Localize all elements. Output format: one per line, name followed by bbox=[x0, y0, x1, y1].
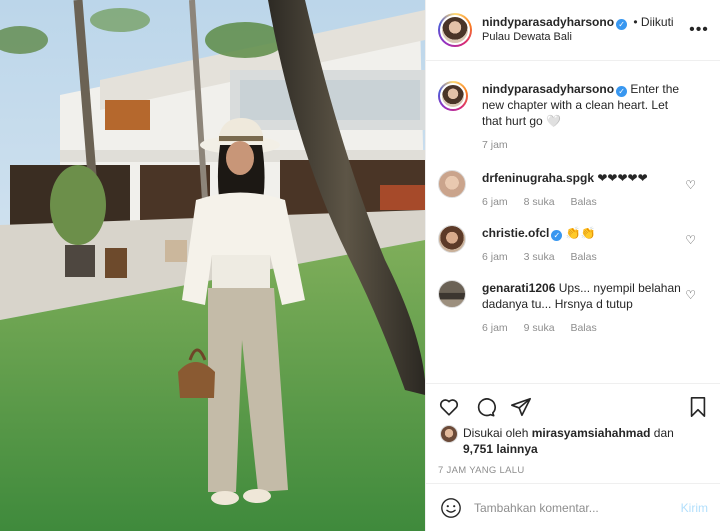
reply-button[interactable]: Balas bbox=[570, 322, 596, 334]
comment-likes[interactable]: 3 suka bbox=[524, 251, 555, 263]
verified-badge-icon: ✓ bbox=[616, 19, 628, 30]
post-caption: nindyparasadyharsono ✓ Enter the new chap… bbox=[438, 81, 708, 151]
like-comment-heart-icon[interactable]: ♡ bbox=[685, 288, 696, 302]
more-options-icon[interactable]: ••• bbox=[688, 21, 710, 39]
post-actions-section: Disukai oleh mirasyamsiahahmad dan 9,751… bbox=[426, 383, 720, 483]
reply-button[interactable]: Balas bbox=[570, 251, 596, 263]
comment-text: ❤❤❤❤❤ bbox=[597, 171, 648, 185]
comment-likes[interactable]: 9 suka bbox=[524, 322, 555, 334]
liker-username[interactable]: mirasyamsiahahmad bbox=[532, 426, 651, 440]
post-photo-image bbox=[0, 0, 425, 531]
post-location[interactable]: Pulau Dewata Bali bbox=[482, 30, 688, 45]
likes-summary: Disukai oleh mirasyamsiahahmad dan 9,751… bbox=[438, 425, 708, 457]
likes-count[interactable]: 9,751 lainnya bbox=[463, 442, 538, 456]
like-comment-heart-icon[interactable]: ♡ bbox=[685, 233, 696, 247]
comments-list: nindyparasadyharsono ✓ Enter the new chap… bbox=[426, 61, 720, 383]
emoji-icon[interactable] bbox=[440, 497, 462, 519]
caption-time[interactable]: 7 jam bbox=[482, 139, 508, 151]
post-timestamp[interactable]: 7 JAM YANG LALU bbox=[438, 465, 708, 476]
comment-likes[interactable]: 8 suka bbox=[524, 196, 555, 208]
comment-time[interactable]: 6 jam bbox=[482, 322, 508, 334]
caption-username[interactable]: nindyparasadyharsono bbox=[482, 82, 614, 96]
comment-input[interactable] bbox=[474, 500, 681, 515]
action-bar bbox=[438, 392, 708, 422]
comment-item: christie.ofcl ✓ 👏👏 6 jam 3 suka Balas ♡ bbox=[438, 225, 708, 263]
comment-text: 👏👏 bbox=[565, 226, 596, 240]
verified-badge-icon: ✓ bbox=[551, 230, 563, 241]
save-bookmark-icon[interactable] bbox=[688, 396, 708, 418]
caption-author-avatar[interactable] bbox=[438, 81, 468, 111]
comment-bubble-icon[interactable] bbox=[474, 396, 496, 418]
author-username[interactable]: nindyparasadyharsono bbox=[482, 15, 614, 29]
verified-badge-icon: ✓ bbox=[616, 86, 628, 97]
follow-status[interactable]: • Diikuti bbox=[633, 15, 673, 29]
share-paper-plane-icon[interactable] bbox=[510, 396, 532, 418]
commenter-username[interactable]: drfeninugraha.spgk bbox=[482, 171, 594, 185]
post-comment-button[interactable]: Kirim bbox=[681, 501, 708, 515]
commenter-username[interactable]: christie.ofcl bbox=[482, 226, 549, 240]
comment-item: genarati1206 Ups... nyempil belahan dada… bbox=[438, 280, 708, 334]
reply-button[interactable]: Balas bbox=[570, 196, 596, 208]
post-photo[interactable] bbox=[0, 0, 425, 531]
comment-time[interactable]: 6 jam bbox=[482, 251, 508, 263]
commenter-avatar[interactable] bbox=[438, 170, 466, 198]
commenter-avatar[interactable] bbox=[438, 225, 466, 253]
author-avatar[interactable] bbox=[438, 13, 472, 47]
instagram-post: nindyparasadyharsono ✓ • Diikuti Pulau De… bbox=[0, 0, 720, 531]
add-comment-bar: Kirim bbox=[426, 483, 720, 531]
liker-avatar[interactable] bbox=[440, 425, 458, 443]
commenter-username[interactable]: genarati1206 bbox=[482, 281, 555, 295]
like-comment-heart-icon[interactable]: ♡ bbox=[685, 178, 696, 192]
post-side-panel: nindyparasadyharsono ✓ • Diikuti Pulau De… bbox=[425, 0, 720, 531]
post-header: nindyparasadyharsono ✓ • Diikuti Pulau De… bbox=[426, 0, 720, 61]
likes-prefix: Disukai oleh bbox=[463, 426, 529, 440]
commenter-avatar[interactable] bbox=[438, 280, 466, 308]
comment-item: drfeninugraha.spgk ❤❤❤❤❤ 6 jam 8 suka Ba… bbox=[438, 170, 708, 208]
like-heart-icon[interactable] bbox=[438, 396, 460, 418]
likes-and: dan bbox=[653, 426, 674, 440]
comment-time[interactable]: 6 jam bbox=[482, 196, 508, 208]
